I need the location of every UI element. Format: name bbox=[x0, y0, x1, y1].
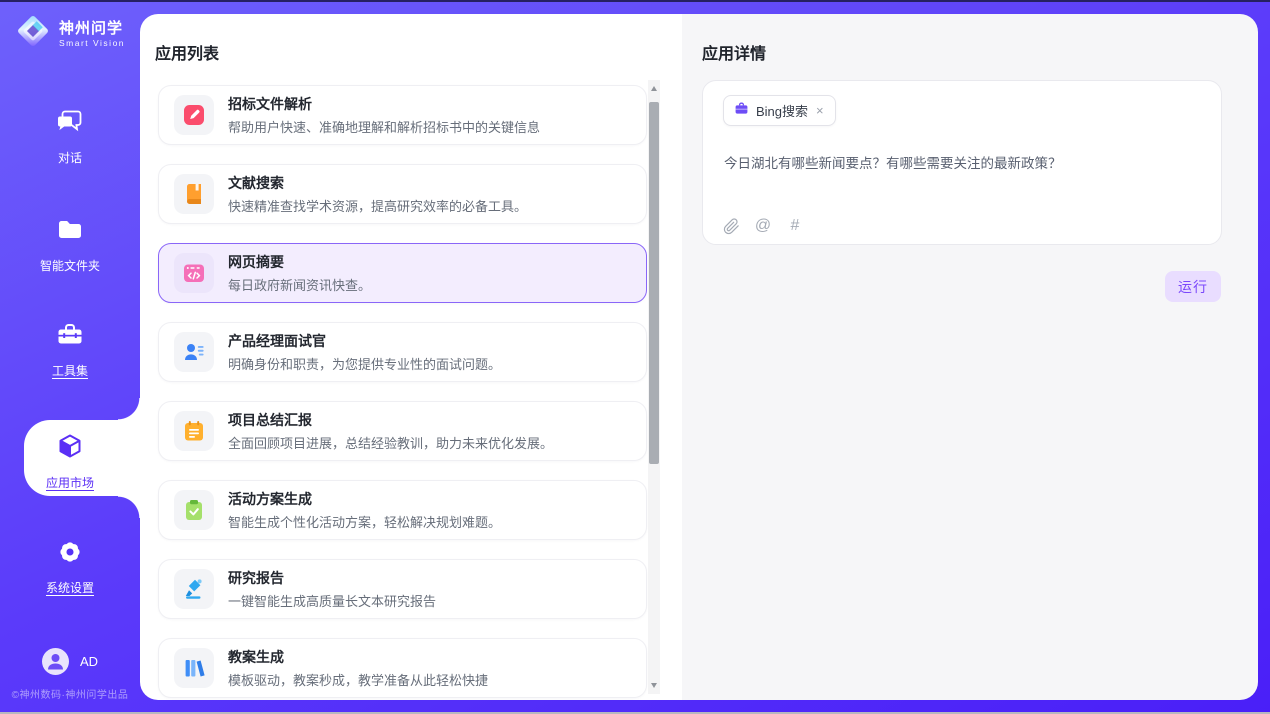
prompt-input[interactable]: 今日湖北有哪些新闻要点？有哪些需要关注的最新政策？ bbox=[724, 152, 1201, 172]
app-detail-title: 应用详情 bbox=[702, 40, 766, 64]
app-card-desc: 模板驱动，教案秒成，教学准备从此轻松快捷 bbox=[228, 670, 488, 689]
sidebar: 神州问学 Smart Vision 对话 智能文件夹 bbox=[0, 0, 140, 714]
app-card-title: 招标文件解析 bbox=[228, 94, 540, 114]
close-icon[interactable]: × bbox=[815, 103, 825, 118]
notepad-icon bbox=[174, 411, 214, 451]
hash-icon[interactable]: # bbox=[786, 217, 804, 235]
sidebar-item-label: 对话 bbox=[58, 149, 82, 166]
brand-subtitle: Smart Vision bbox=[59, 38, 125, 48]
paperclip-icon[interactable] bbox=[722, 217, 740, 235]
at-icon[interactable]: @ bbox=[754, 217, 772, 235]
app-card-pm-interviewer[interactable]: 产品经理面试官 明确身份和职责，为您提供专业性的面试问题。 bbox=[158, 322, 647, 382]
sidebar-item-toolset[interactable]: 工具集 bbox=[0, 320, 140, 379]
app-card-list: 招标文件解析 帮助用户快速、准确地理解和解析招标书中的关键信息 文献搜索 bbox=[158, 85, 647, 698]
app-card-research-report[interactable]: 研究报告 一键智能生成高质量长文本研究报告 bbox=[158, 559, 647, 619]
chat-icon bbox=[55, 107, 85, 142]
books-icon bbox=[174, 648, 214, 688]
sidebar-item-settings[interactable]: 系统设置 bbox=[0, 537, 140, 596]
app-card-title: 活动方案生成 bbox=[228, 489, 501, 509]
app-card-desc: 每日政府新闻资讯快查。 bbox=[228, 275, 371, 294]
app-card-desc: 全面回顾项目进展，总结经验教训，助力未来优化发展。 bbox=[228, 433, 553, 452]
cube-icon bbox=[55, 432, 85, 467]
app-card-web-summary[interactable]: 网页摘要 每日政府新闻资讯快查。 bbox=[158, 243, 647, 303]
app-card-desc: 一键智能生成高质量长文本研究报告 bbox=[228, 591, 436, 610]
app-card-bid-document-parsing[interactable]: 招标文件解析 帮助用户快速、准确地理解和解析招标书中的关键信息 bbox=[158, 85, 647, 145]
tool-tag-label: Bing搜索 bbox=[756, 101, 808, 120]
scrollbar-thumb[interactable] bbox=[649, 102, 659, 464]
research-icon bbox=[174, 569, 214, 609]
active-item-notch-bottom bbox=[118, 496, 140, 518]
app-card-desc: 快速精准查找学术资源，提高研究效率的必备工具。 bbox=[228, 196, 527, 215]
run-button[interactable]: 运行 bbox=[1165, 271, 1221, 302]
prompt-card: Bing搜索 × 今日湖北有哪些新闻要点？有哪些需要关注的最新政策？ @ # bbox=[702, 80, 1222, 245]
toolbox-icon bbox=[55, 320, 85, 355]
briefcase-icon bbox=[734, 101, 749, 121]
browser-code-icon bbox=[174, 253, 214, 293]
app-card-title: 教案生成 bbox=[228, 647, 488, 667]
list-scrollbar[interactable] bbox=[648, 80, 660, 694]
clipboard-check-icon bbox=[174, 490, 214, 530]
sidebar-item-smart-folder[interactable]: 智能文件夹 bbox=[0, 215, 140, 274]
app-window: 神州问学 Smart Vision 对话 智能文件夹 bbox=[0, 0, 1270, 714]
scroll-up-icon[interactable] bbox=[651, 86, 657, 91]
interviewer-icon bbox=[174, 332, 214, 372]
sidebar-item-label: 系统设置 bbox=[46, 579, 94, 596]
app-card-desc: 帮助用户快速、准确地理解和解析招标书中的关键信息 bbox=[228, 117, 540, 136]
app-card-project-summary[interactable]: 项目总结汇报 全面回顾项目进展，总结经验教训，助力未来优化发展。 bbox=[158, 401, 647, 461]
app-card-literature-search[interactable]: 文献搜索 快速精准查找学术资源，提高研究效率的必备工具。 bbox=[158, 164, 647, 224]
app-list-panel: 应用列表 招标文件解析 帮助用户快速、准确地理解和解析招标书中的关键信息 bbox=[140, 14, 682, 700]
sidebar-item-label: 智能文件夹 bbox=[40, 257, 100, 274]
app-card-title: 研究报告 bbox=[228, 568, 436, 588]
brand-name: 神州问学 bbox=[59, 20, 125, 38]
edit-square-icon bbox=[174, 95, 214, 135]
app-card-activity-plan[interactable]: 活动方案生成 智能生成个性化活动方案，轻松解决规划难题。 bbox=[158, 480, 647, 540]
user-name: AD bbox=[80, 654, 98, 669]
app-card-desc: 智能生成个性化活动方案，轻松解决规划难题。 bbox=[228, 512, 501, 531]
app-card-title: 产品经理面试官 bbox=[228, 331, 501, 351]
sidebar-item-chat[interactable]: 对话 bbox=[0, 107, 140, 166]
app-list-title: 应用列表 bbox=[155, 40, 219, 64]
prompt-toolbar: @ # bbox=[722, 217, 804, 235]
sidebar-item-label: 工具集 bbox=[52, 362, 88, 379]
active-item-notch-top bbox=[118, 398, 140, 420]
app-card-desc: 明确身份和职责，为您提供专业性的面试问题。 bbox=[228, 354, 501, 373]
window-top-edge bbox=[0, 0, 1270, 2]
avatar bbox=[42, 648, 69, 675]
scroll-down-icon[interactable] bbox=[651, 683, 657, 688]
content-area: 应用列表 招标文件解析 帮助用户快速、准确地理解和解析招标书中的关键信息 bbox=[140, 14, 1258, 700]
sidebar-item-label: 应用市场 bbox=[46, 474, 94, 491]
gear-icon bbox=[55, 537, 85, 572]
diamond-logo-icon bbox=[14, 12, 52, 55]
copyright-footer: ©神州数码·神州问学出品 bbox=[0, 686, 140, 701]
app-card-title: 网页摘要 bbox=[228, 252, 371, 272]
app-card-title: 文献搜索 bbox=[228, 173, 527, 193]
app-card-lesson-plan[interactable]: 教案生成 模板驱动，教案秒成，教学准备从此轻松快捷 bbox=[158, 638, 647, 698]
book-icon bbox=[174, 174, 214, 214]
brand-logo: 神州问学 Smart Vision bbox=[14, 12, 125, 55]
user-account[interactable]: AD bbox=[0, 648, 140, 675]
sidebar-item-app-market[interactable]: 应用市场 bbox=[0, 432, 140, 491]
app-detail-panel: 应用详情 Bing搜索 × 今日湖北有哪些新闻要点？有哪些需要关注的最新政策？ bbox=[682, 14, 1258, 700]
tool-tag-bing-search[interactable]: Bing搜索 × bbox=[723, 95, 836, 126]
app-card-title: 项目总结汇报 bbox=[228, 410, 553, 430]
folder-icon bbox=[55, 215, 85, 250]
